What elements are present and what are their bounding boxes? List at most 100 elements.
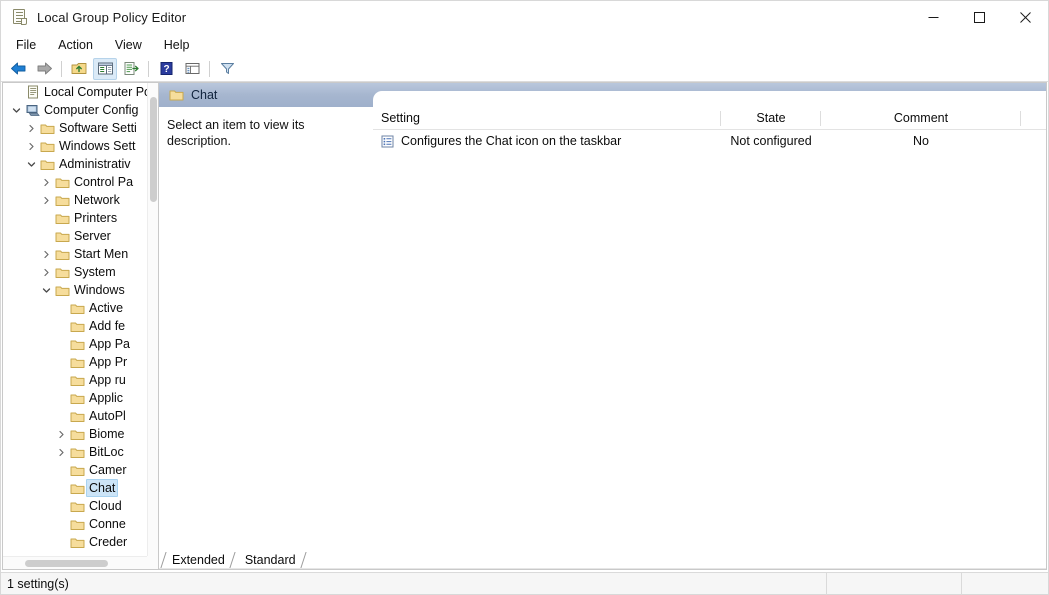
close-button[interactable]: [1002, 1, 1048, 34]
tree-item-app-runtime[interactable]: App ru: [3, 371, 147, 389]
folder-icon: [39, 140, 56, 153]
title-bar: Local Group Policy Editor: [1, 1, 1048, 34]
tree-horizontal-scrollbar[interactable]: [3, 556, 147, 569]
tree-item-autoplay-policies[interactable]: AutoPl: [3, 407, 147, 425]
tree-item-credential-user-interface[interactable]: Creder: [3, 533, 147, 551]
folder-icon: [169, 88, 184, 102]
tree-item-camera[interactable]: Camer: [3, 461, 147, 479]
window-title: Local Group Policy Editor: [37, 9, 187, 25]
status-bar: 1 setting(s): [1, 572, 1048, 595]
content-header-title: Chat: [191, 88, 218, 102]
tree-vertical-scrollbar-thumb[interactable]: [150, 97, 157, 202]
tree-item-network[interactable]: Network: [3, 191, 147, 209]
chevron-right-icon[interactable]: [39, 268, 54, 277]
tree-item-cloud-content[interactable]: Cloud: [3, 497, 147, 515]
tab-extended[interactable]: Extended: [160, 550, 236, 569]
window-controls: [910, 1, 1048, 34]
tree-item-label: App Pr: [89, 355, 128, 369]
tree-item-windows-components[interactable]: Windows: [3, 281, 147, 299]
export-list-button[interactable]: [119, 58, 143, 80]
folder-icon: [54, 266, 71, 279]
help-button[interactable]: ?: [154, 58, 178, 80]
tree-item-label: Windows: [74, 283, 125, 297]
tree-item-app-privacy[interactable]: App Pr: [3, 353, 147, 371]
chevron-right-icon[interactable]: [39, 178, 54, 187]
folder-icon: [69, 338, 86, 351]
maximize-button[interactable]: [956, 1, 1002, 34]
tree-item-connect[interactable]: Conne: [3, 515, 147, 533]
folder-icon: [69, 410, 86, 423]
tree-item-computer-configuration[interactable]: Computer Config: [3, 101, 147, 119]
tree-item-administrative-templates[interactable]: Administrativ: [3, 155, 147, 173]
folder-icon: [69, 464, 86, 477]
tree-item-windows-settings[interactable]: Windows Sett: [3, 137, 147, 155]
chevron-right-icon[interactable]: [24, 124, 39, 133]
console-tree-pane: Local Computer Poli Computer Config Soft…: [2, 82, 159, 570]
chevron-down-icon[interactable]: [39, 286, 54, 295]
tree-item-label: Add fe: [89, 319, 126, 333]
chevron-right-icon[interactable]: [39, 196, 54, 205]
tree-item-chat[interactable]: Chat: [3, 479, 147, 497]
chevron-down-icon[interactable]: [24, 160, 39, 169]
toolbar-separator: [209, 60, 210, 77]
tree-item-label: AutoPl: [89, 409, 126, 423]
tree-item-control-panel[interactable]: Control Pa: [3, 173, 147, 191]
tree-item-start-menu-and-taskbar[interactable]: Start Men: [3, 245, 147, 263]
tree-item-local-computer-policy[interactable]: Local Computer Poli: [3, 83, 147, 101]
tree-item-bitlocker-drive-encryption[interactable]: BitLoc: [3, 443, 147, 461]
tree-item-biometrics[interactable]: Biome: [3, 425, 147, 443]
menu-action[interactable]: Action: [47, 36, 104, 54]
list-column-headers: Setting State Comment: [373, 107, 1046, 130]
toolbar-separator: [61, 60, 62, 77]
menu-view[interactable]: View: [104, 36, 153, 54]
description-text: Select an item to view its description.: [167, 118, 305, 148]
forward-button[interactable]: [32, 58, 56, 80]
menu-file[interactable]: File: [5, 36, 47, 54]
tree-item-app-package-deployment[interactable]: App Pa: [3, 335, 147, 353]
minimize-button[interactable]: [910, 1, 956, 34]
chevron-right-icon[interactable]: [54, 430, 69, 439]
tree-item-software-settings[interactable]: Software Setti: [3, 119, 147, 137]
menu-bar: File Action View Help: [1, 34, 1048, 56]
folder-icon: [69, 518, 86, 531]
table-row[interactable]: Configures the Chat icon on the taskbar …: [373, 130, 1046, 152]
chevron-down-icon[interactable]: [9, 106, 24, 115]
tree-item-printers[interactable]: Printers: [3, 209, 147, 227]
back-button[interactable]: [6, 58, 30, 80]
column-header-label: State: [756, 111, 786, 125]
tree-horizontal-scrollbar-thumb[interactable]: [25, 560, 108, 567]
tree-item-server[interactable]: Server: [3, 227, 147, 245]
tree-item-label: Printers: [74, 211, 118, 225]
chevron-right-icon[interactable]: [54, 448, 69, 457]
chevron-right-icon[interactable]: [39, 250, 54, 259]
tab-standard[interactable]: Standard: [234, 550, 307, 569]
column-header-setting[interactable]: Setting: [373, 107, 721, 130]
cell-filler: [1021, 130, 1046, 152]
tree-vertical-scrollbar[interactable]: [147, 83, 158, 556]
show-hide-console-tree-button[interactable]: [93, 57, 117, 80]
menu-help[interactable]: Help: [153, 36, 201, 54]
tree-item-add-features[interactable]: Add fe: [3, 317, 147, 335]
folder-icon: [54, 230, 71, 243]
tree-item-activex[interactable]: Active: [3, 299, 147, 317]
settings-list: Setting State Comment Configures the Cha…: [373, 107, 1046, 549]
content-header-notch: [373, 91, 1046, 107]
column-header-label: Comment: [893, 111, 949, 125]
content-header-bar: Chat: [159, 83, 1046, 107]
filter-button[interactable]: [215, 58, 239, 80]
folder-icon: [69, 374, 86, 387]
folder-icon: [69, 500, 86, 513]
chevron-right-icon[interactable]: [24, 142, 39, 151]
description-pane: Select an item to view its description.: [159, 107, 373, 549]
up-one-level-button[interactable]: [67, 58, 91, 80]
tab-label: Extended: [172, 552, 225, 567]
folder-icon: [69, 320, 86, 333]
column-header-comment[interactable]: Comment: [821, 107, 1021, 130]
folder-icon: [69, 536, 86, 549]
tree-item-label: Camer: [89, 463, 127, 477]
column-header-state[interactable]: State: [721, 107, 821, 130]
tree-item-application-compatibility[interactable]: Applic: [3, 389, 147, 407]
folder-icon: [69, 482, 86, 495]
properties-button[interactable]: [180, 58, 204, 80]
tree-item-system[interactable]: System: [3, 263, 147, 281]
